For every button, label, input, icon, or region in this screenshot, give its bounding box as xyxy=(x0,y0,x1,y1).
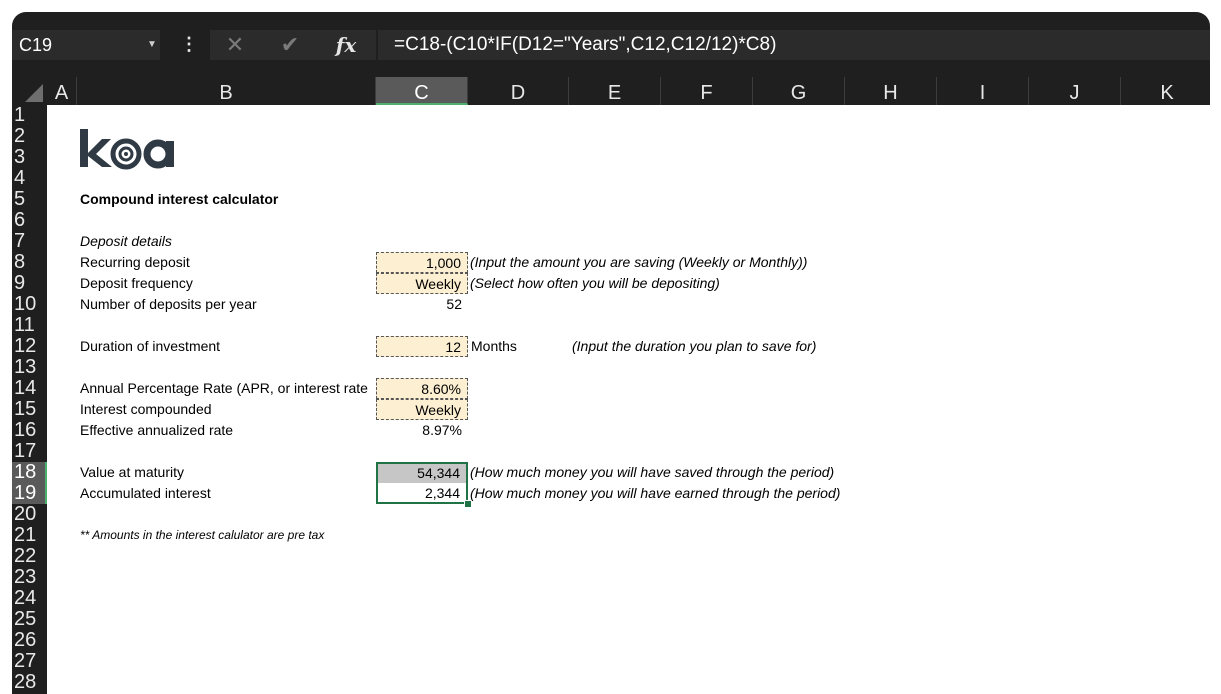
deposit-frequency-label: Deposit frequency xyxy=(80,275,193,291)
row-header-selected[interactable]: 19 xyxy=(12,483,47,504)
compounded-label: Interest compounded xyxy=(80,401,212,417)
interest-value[interactable]: 2,344 xyxy=(378,483,466,504)
duration-label: Duration of investment xyxy=(80,338,221,354)
insert-function-icon[interactable]: fx xyxy=(332,30,360,60)
maturity-note: (How much money you will have saved thro… xyxy=(470,464,835,480)
interest-note: (How much money you will have earned thr… xyxy=(470,485,841,501)
effective-rate-value[interactable]: 8.97% xyxy=(376,420,468,441)
row-header[interactable]: 25 xyxy=(12,609,47,630)
row-header[interactable]: 22 xyxy=(12,546,47,567)
deposit-frequency-note: (Select how often you will be depositing… xyxy=(470,275,720,291)
row-header[interactable]: 28 xyxy=(12,672,47,693)
apr-input[interactable]: 8.60% xyxy=(376,378,468,399)
row-header[interactable]: 5 xyxy=(12,189,47,210)
row-header[interactable]: 7 xyxy=(12,231,47,252)
calculator-title: Compound interest calculator xyxy=(80,191,279,207)
row-header[interactable]: 14 xyxy=(12,378,47,399)
compounded-select[interactable]: Weekly xyxy=(376,399,468,420)
deposit-details-heading: Deposit details xyxy=(80,233,172,249)
recurring-deposit-input[interactable]: 1,000 xyxy=(376,252,468,273)
column-header-i[interactable]: I xyxy=(937,77,1029,105)
column-header-e[interactable]: E xyxy=(569,77,661,105)
recurring-deposit-note: (Input the amount you are saving (Weekly… xyxy=(470,254,808,270)
duration-unit[interactable]: Months xyxy=(471,336,517,357)
row-header[interactable]: 12 xyxy=(12,336,47,357)
cancel-icon[interactable]: ✕ xyxy=(224,30,246,60)
row-header[interactable]: 11 xyxy=(12,315,47,336)
column-header-g[interactable]: G xyxy=(753,77,845,105)
name-box[interactable]: C19 xyxy=(12,30,160,60)
row-header[interactable]: 1 xyxy=(12,105,47,126)
row-header[interactable]: 4 xyxy=(12,168,47,189)
row-headers: 1 2 3 4 5 6 7 8 9 10 11 12 13 14 15 16 1… xyxy=(12,105,47,694)
maturity-label: Value at maturity xyxy=(80,464,185,480)
formula-input[interactable]: =C18-(C10*IF(D12="Years",C12,C12/12)*C8) xyxy=(378,30,1210,60)
row-header[interactable]: 9 xyxy=(12,273,47,294)
check-icon[interactable]: ✔ xyxy=(278,30,302,60)
column-header-d[interactable]: D xyxy=(468,77,569,105)
row-header[interactable]: 20 xyxy=(12,504,47,525)
row-header[interactable]: 27 xyxy=(12,651,47,672)
koa-logo xyxy=(80,129,174,170)
recurring-deposit-label: Recurring deposit xyxy=(80,254,190,270)
row-header[interactable]: 6 xyxy=(12,210,47,231)
column-header-b[interactable]: B xyxy=(77,77,376,105)
row-header-selected[interactable]: 18 xyxy=(12,462,47,483)
column-header-h[interactable]: H xyxy=(845,77,937,105)
duration-input[interactable]: 12 xyxy=(376,336,468,357)
select-all-corner[interactable] xyxy=(12,77,47,105)
interest-label: Accumulated interest xyxy=(80,485,211,501)
apr-label: Annual Percentage Rate (APR, or interest… xyxy=(80,380,368,396)
deposit-frequency-select[interactable]: Weekly xyxy=(376,273,468,294)
effective-rate-label: Effective annualized rate xyxy=(80,422,234,438)
row-header[interactable]: 10 xyxy=(12,294,47,315)
maturity-value[interactable]: 54,344 xyxy=(378,464,466,483)
chevron-down-icon[interactable]: ▼ xyxy=(145,30,159,60)
row-header[interactable]: 2 xyxy=(12,126,47,147)
footnote: ** Amounts in the interest calulator are… xyxy=(80,528,325,542)
row-header[interactable]: 16 xyxy=(12,420,47,441)
row-header[interactable]: 15 xyxy=(12,399,47,420)
deposits-per-year-value[interactable]: 52 xyxy=(376,294,468,315)
deposits-per-year-label: Number of deposits per year xyxy=(80,296,257,312)
row-header[interactable]: 8 xyxy=(12,252,47,273)
row-header[interactable]: 24 xyxy=(12,588,47,609)
row-header[interactable]: 23 xyxy=(12,567,47,588)
column-header-k[interactable]: K xyxy=(1121,77,1210,105)
excel-window: C19 ▼ ⋮ ✕ ✔ fx =C18-(C10*IF(D12="Years",… xyxy=(12,12,1210,694)
column-header-f[interactable]: F xyxy=(661,77,753,105)
row-header[interactable]: 13 xyxy=(12,357,47,378)
row-header[interactable]: 26 xyxy=(12,630,47,651)
column-header-j[interactable]: J xyxy=(1029,77,1121,105)
formula-bar: C19 ▼ ⋮ ✕ ✔ fx =C18-(C10*IF(D12="Years",… xyxy=(12,12,1210,77)
row-header[interactable]: 3 xyxy=(12,147,47,168)
row-header[interactable]: 17 xyxy=(12,441,47,462)
row-header[interactable]: 21 xyxy=(12,525,47,546)
duration-note: (Input the duration you plan to save for… xyxy=(572,338,817,354)
more-options-icon[interactable]: ⋮ xyxy=(180,30,198,60)
column-header-c[interactable]: C xyxy=(376,77,468,105)
column-header-a[interactable]: A xyxy=(47,77,77,105)
column-headers: A B C D E F G H I J K xyxy=(12,77,1210,105)
formula-buttons: ✕ ✔ fx xyxy=(210,30,376,60)
